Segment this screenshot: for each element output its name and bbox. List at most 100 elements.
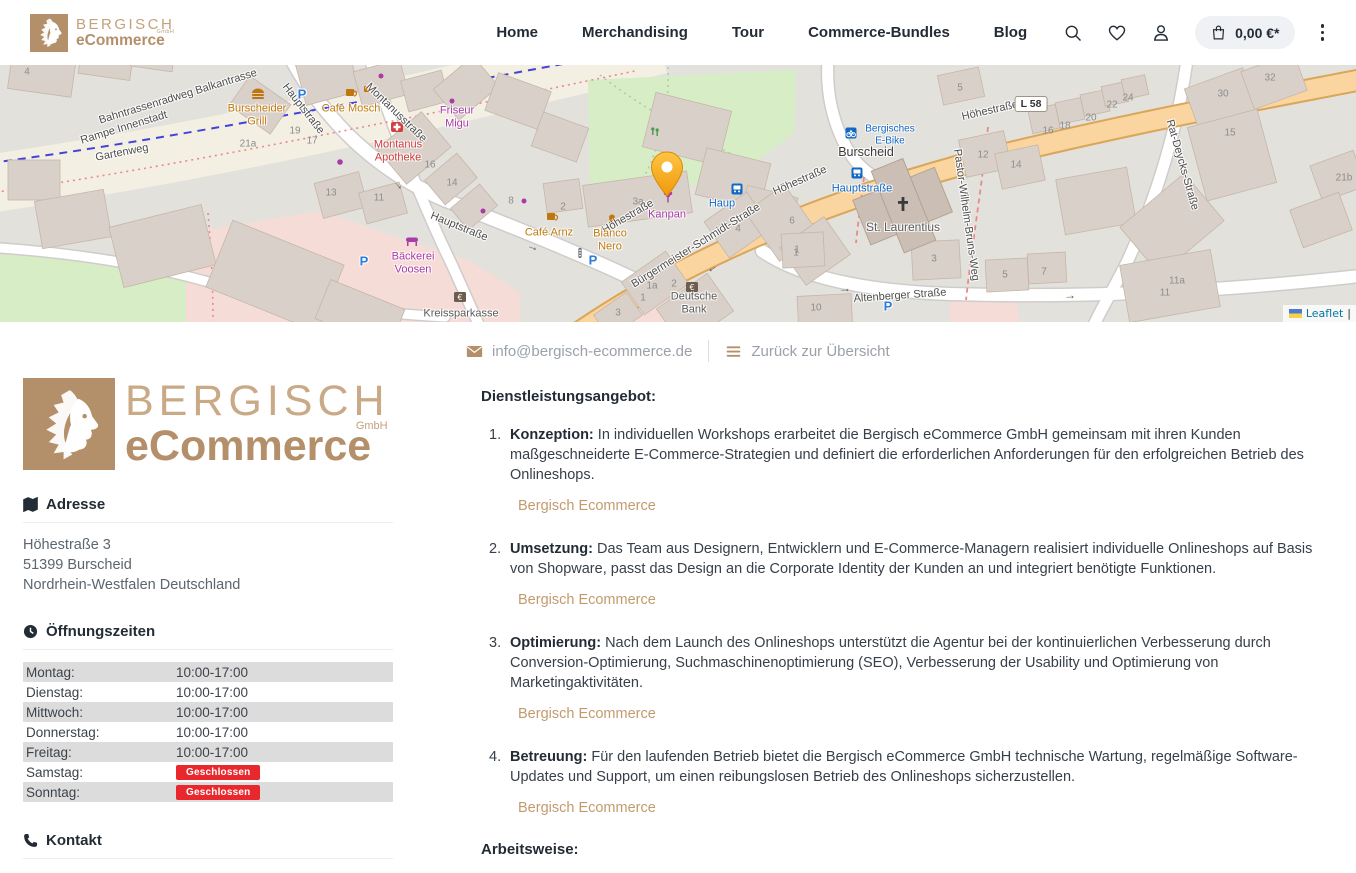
site-header: BERGISCH eCommerce GmbH Home Merchandisi… [0,0,1356,65]
phone-icon [23,833,38,848]
nav-tour[interactable]: Tour [732,24,764,41]
service-link[interactable]: Bergisch Ecommerce [518,592,656,608]
label-kanpan: Kanpan [648,209,686,222]
hours-value: 10:00-17:00 [176,665,248,680]
label-housenumber: 3 [615,307,621,319]
leaflet-link[interactable]: Leaflet [1306,307,1343,320]
label-housenumber: 1 [793,247,799,259]
day-label: Dienstag: [26,685,176,700]
service-number: 3. [489,633,504,747]
address-city: 51399 Burscheid [23,555,393,575]
label-housenumber: 1a [646,280,657,292]
label-housenumber: 21b [1336,172,1353,184]
label-housenumber: 4 [735,223,741,235]
label-burscheid: Burscheid [838,145,894,159]
service-item: 1.Konzeption: In individuellen Workshops… [489,425,1333,539]
meta-row: info@bergisch-ecommerce.de Zurück zur Üb… [466,340,1333,362]
divider [708,340,709,362]
service-item: 2.Umsetzung: Das Team aus Designern, Ent… [489,539,1333,633]
store-logo: BERGISCH eCommerce GmbH [23,378,393,470]
hours-value: 10:00-17:00 [176,725,248,740]
search-icon[interactable] [1063,23,1083,43]
label-housenumber: 15 [1224,127,1235,139]
nav-merchandising[interactable]: Merchandising [582,24,688,41]
hours-value: 10:00-17:00 [176,745,248,760]
divider [23,522,393,523]
label-housenumber: 21a [240,138,257,150]
cart-button[interactable]: 0,00 €* [1195,16,1294,49]
label-housenumber: 2 [671,278,677,290]
label-housenumber: 8 [508,195,514,207]
parking-icon: P [884,300,893,315]
service-link[interactable]: Bergisch Ecommerce [518,800,656,816]
store-email-link[interactable]: info@bergisch-ecommerce.de [466,343,692,360]
nav-home[interactable]: Home [496,24,538,41]
label-housenumber: 2 [560,201,566,213]
label-housenumber: 18 [1059,120,1070,132]
label-kreissparkasse: Kreissparkasse [423,308,498,321]
oneway-arrow: → [390,176,408,194]
lion-logo-icon [30,14,68,52]
back-to-overview-link[interactable]: Zurück zur Übersicht [725,343,889,360]
opening-hours-row: Samstag:Geschlossen [23,762,393,782]
label-cafe-mosch: Café Mosch [322,103,381,116]
services-title: Dienstleistungsangebot: [481,388,1333,405]
store-locator-map[interactable]: € € Bahntrassenradweg BalkantrasseRampe … [0,65,1356,322]
account-icon[interactable] [1151,23,1171,43]
label-housenumber: 11 [1160,287,1170,299]
label-hoehestrasse-sued: Höhestraße [600,197,656,237]
divider [23,858,393,859]
store-sidebar: BERGISCH eCommerce GmbH Adresse Höhestra… [23,322,393,873]
nav-blog[interactable]: Blog [994,24,1027,41]
divider [23,649,393,650]
label-pastor-wilhelm-bruns-weg: Pastor-Wilhelm-Bruns-Weg [950,148,981,282]
parking-icon: P [360,255,369,270]
label-rat-deycks-strasse: Rat-Deycks-Straße [1163,118,1201,211]
hours-value: 10:00-17:00 [176,685,248,700]
logo-line2: eCommerce [125,425,390,468]
label-housenumber: 30 [1217,88,1228,100]
road-ref-l58: L 58 [1015,96,1048,112]
label-rampe-innenstadt: Rampe Innenstadt [79,109,169,147]
map-marker[interactable] [650,151,684,198]
service-link[interactable]: Bergisch Ecommerce [518,498,656,514]
brand-logo[interactable]: BERGISCH eCommerce GmbH [30,14,174,52]
brand-suffix: GmbH [156,30,174,36]
label-housenumber: 32 [1264,72,1275,84]
label-housenumber: 1 [640,292,646,304]
label-hauptstrasse-mitte: Hauptstraße [429,210,490,244]
label-altenberger-strasse: Altenberger Straße [853,286,947,305]
services-list: 1.Konzeption: In individuellen Workshops… [466,425,1333,841]
oneway-arrow: → [839,282,852,296]
parking-icon: P [298,88,307,103]
main-nav: Home Merchandising Tour Commerce-Bundles… [496,24,1027,41]
more-menu-icon[interactable] [1319,22,1327,43]
opening-hours-table: Montag:10:00-17:00Dienstag:10:00-17:00Mi… [23,662,393,802]
hours-value: 10:00-17:00 [176,705,248,720]
label-housenumber: 24 [1122,92,1133,104]
day-label: Samstag: [26,765,176,780]
service-link[interactable]: Bergisch Ecommerce [518,706,656,722]
attribution-separator: | [1347,307,1351,320]
label-hoehestrasse-ost: Höhestraße [961,98,1020,123]
label-housenumber: 11 [374,192,384,204]
opening-hours-row: Dienstag:10:00-17:00 [23,682,393,702]
service-number: 1. [489,425,504,539]
store-detail-main: info@bergisch-ecommerce.de Zurück zur Üb… [393,322,1333,873]
wishlist-heart-icon[interactable] [1107,23,1127,43]
label-montanus-apotheke: Montanus Apotheke [374,138,422,163]
service-text: Betreuung: Für den laufenden Betrieb bie… [510,747,1333,787]
label-housenumber: 5 [957,82,963,94]
label-friseur-migu: Friseur Migu [440,104,474,129]
nav-commerce-bundles[interactable]: Commerce-Bundles [808,24,950,41]
shopping-bag-icon [1210,24,1227,41]
label-housenumber: 12 [977,149,988,161]
list-icon [725,343,742,360]
label-bus-stop-hauptstrasse: Hauptstraße [832,183,893,196]
lion-logo-icon [23,378,115,470]
oneway-arrow: ← [703,259,721,277]
workflow-title: Arbeitsweise: [481,841,1333,858]
label-housenumber: 14 [1010,159,1021,171]
day-label: Donnerstag: [26,725,176,740]
label-housenumber: 22 [1106,99,1117,111]
